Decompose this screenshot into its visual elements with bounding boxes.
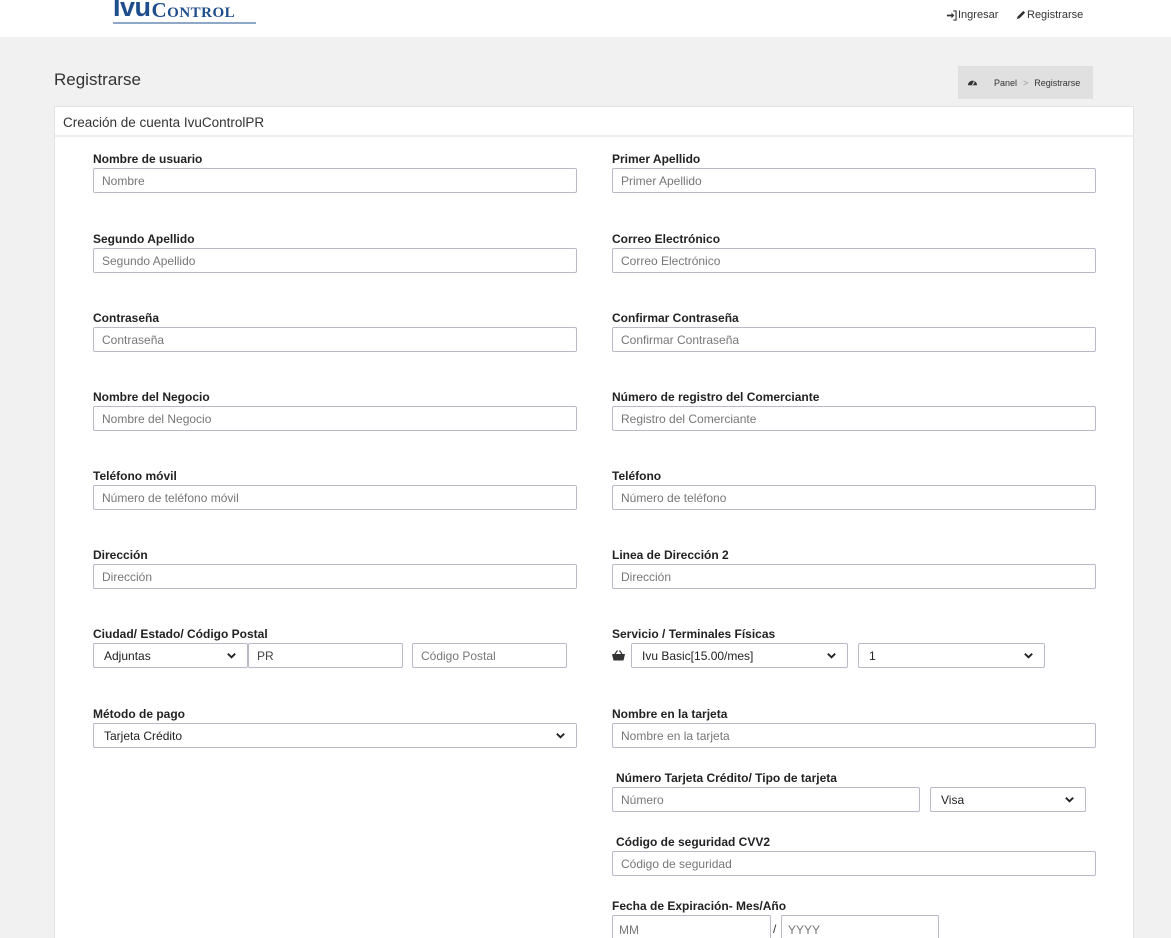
address2-input[interactable]: Dirección	[612, 564, 1096, 589]
username-label: Nombre de usuario	[93, 152, 203, 166]
card-number-input[interactable]: Número	[612, 787, 920, 812]
confirm-password-input[interactable]: Confirmar Contraseña	[612, 327, 1096, 352]
card-name-label: Nombre en la tarjeta	[612, 707, 728, 721]
pencil-icon	[1016, 10, 1026, 19]
payment-method-label: Método de pago	[93, 707, 185, 721]
expiration-month-input[interactable]: MM	[612, 915, 771, 938]
username-input[interactable]: Nombre	[93, 168, 577, 193]
city-select-value: Adjuntas	[104, 648, 151, 663]
shopping-basket-icon	[612, 650, 625, 661]
logo-control-text: Control	[151, 0, 236, 22]
terminals-value: 1	[869, 648, 876, 663]
sign-in-icon	[946, 9, 957, 21]
confirm-password-label: Confirmar Contraseña	[612, 311, 739, 325]
chevron-down-icon	[827, 653, 836, 659]
expiration-year-input[interactable]: YYYY	[781, 915, 939, 938]
zip-input[interactable]: Código Postal	[412, 643, 567, 668]
email-input[interactable]: Correo Electrónico	[612, 248, 1096, 273]
dashboard-icon	[967, 80, 978, 86]
address-label: Dirección	[93, 548, 148, 562]
register-link[interactable]: Registrarse	[1015, 9, 1083, 21]
password-input[interactable]: Contraseña	[93, 327, 577, 352]
card-name-input[interactable]: Nombre en la tarjeta	[612, 723, 1096, 748]
breadcrumb-current: Registrarse	[1034, 77, 1081, 88]
terminals-select[interactable]: 1	[858, 643, 1045, 668]
city-select[interactable]: Adjuntas	[93, 643, 248, 668]
phone-label: Teléfono	[612, 469, 662, 483]
card-type-select[interactable]: Visa	[930, 787, 1086, 812]
cvv-label: Código de seguridad CVV2	[616, 835, 771, 849]
chevron-down-icon	[1024, 653, 1033, 659]
payment-method-value: Tarjeta Crédito	[104, 728, 183, 743]
registration-panel: Creación de cuenta IvuControlPR Nombre d…	[54, 106, 1134, 938]
service-plan-value: Ivu Basic[15.00/mes]	[642, 648, 754, 663]
page-title: Registrarse	[54, 70, 141, 89]
business-name-input[interactable]: Nombre del Negocio	[93, 406, 577, 431]
email-label: Correo Electrónico	[612, 232, 721, 246]
state-input[interactable]: PR	[248, 643, 403, 668]
breadcrumb-home[interactable]: Panel	[994, 78, 1017, 88]
mobile-input[interactable]: Número de teléfono móvil	[93, 485, 577, 510]
second-lastname-input[interactable]: Segundo Apellido	[93, 248, 577, 273]
expiration-separator: /	[773, 922, 777, 936]
payment-method-select[interactable]: Tarjeta Crédito	[93, 723, 577, 748]
password-label: Contraseña	[93, 311, 160, 325]
service-label: Servicio / Terminales Físicas	[612, 627, 776, 641]
cvv-input[interactable]: Código de seguridad	[612, 851, 1096, 876]
register-label: Registrarse	[1027, 9, 1084, 21]
card-type-value: Visa	[941, 792, 965, 807]
expiration-label: Fecha de Expiración- Mes/Año	[612, 899, 787, 913]
card-number-label: Número Tarjeta Crédito/ Tipo de tarjeta	[616, 771, 837, 785]
panel-title: Creación de cuenta IvuControlPR	[55, 107, 1133, 137]
service-plan-select[interactable]: Ivu Basic[15.00/mes]	[631, 643, 848, 668]
business-name-label: Nombre del Negocio	[93, 390, 210, 404]
first-lastname-input[interactable]: Primer Apellido	[612, 168, 1096, 193]
chevron-down-icon	[556, 733, 565, 739]
first-lastname-label: Primer Apellido	[612, 152, 701, 166]
top-navbar: Ivu Control Ingresar Registrarse	[0, 0, 1171, 37]
chevron-down-icon	[1065, 797, 1074, 803]
login-link[interactable]: Ingresar	[946, 9, 998, 21]
merchant-number-label: Número de registro del Comerciante	[612, 390, 820, 404]
address2-label: Linea de Dirección 2	[612, 548, 729, 562]
mobile-label: Teléfono móvil	[93, 469, 177, 483]
breadcrumb: Panel > Registrarse	[958, 66, 1093, 99]
logo-underline	[113, 22, 256, 24]
merchant-number-input[interactable]: Registro del Comerciante	[612, 406, 1096, 431]
chevron-down-icon	[227, 653, 236, 659]
brand-logo[interactable]: Ivu Control	[113, 0, 235, 23]
login-label: Ingresar	[958, 9, 999, 21]
city-state-zip-label: Ciudad/ Estado/ Código Postal	[93, 627, 268, 641]
phone-input[interactable]: Número de teléfono	[612, 485, 1096, 510]
breadcrumb-separator: >	[1023, 77, 1029, 88]
logo-ivu-text: Ivu	[113, 0, 151, 22]
address-input[interactable]: Dirección	[93, 564, 577, 589]
second-lastname-label: Segundo Apellido	[93, 232, 195, 246]
